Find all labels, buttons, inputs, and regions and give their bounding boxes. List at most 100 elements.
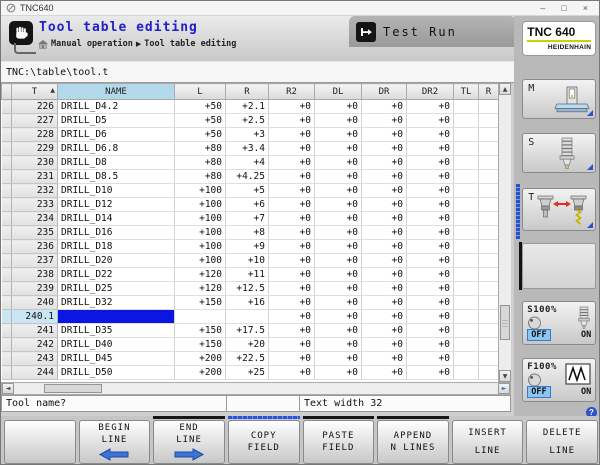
cell-r-partial[interactable] [479, 324, 499, 338]
cell-r[interactable]: +2.5 [226, 114, 269, 128]
cell-name[interactable]: DRILL_D12 [58, 198, 175, 212]
cell-dr[interactable]: +0 [362, 170, 407, 184]
cell-dr[interactable]: +0 [362, 212, 407, 226]
softkey-blank[interactable] [4, 420, 76, 464]
cell-dr[interactable]: +0 [362, 366, 407, 380]
scroll-down-icon[interactable]: ▼ [499, 370, 511, 382]
cell-name[interactable]: DRILL_D4.2 [58, 100, 175, 114]
cell-r2[interactable]: +0 [269, 170, 315, 184]
cell-tl[interactable] [454, 170, 479, 184]
cell-r-partial[interactable] [479, 212, 499, 226]
vertical-scrollbar[interactable]: ▲ ▼ [498, 83, 511, 382]
cell-dr2[interactable]: +0 [407, 184, 454, 198]
cell-t[interactable]: 242 [12, 338, 58, 352]
cell-t[interactable]: 237 [12, 254, 58, 268]
cell-dl[interactable]: +0 [315, 254, 362, 268]
feed-override-off-toggle[interactable]: OFF [527, 386, 550, 398]
cell-tl[interactable] [454, 114, 479, 128]
cell-name[interactable] [58, 310, 175, 324]
cell-r-partial[interactable] [479, 352, 499, 366]
cell-r[interactable]: +25 [226, 366, 269, 380]
cell-name[interactable]: DRILL_D22 [58, 268, 175, 282]
cell-l[interactable]: +100 [175, 254, 226, 268]
cell-r2[interactable]: +0 [269, 366, 315, 380]
cell-r2[interactable]: +0 [269, 282, 315, 296]
cell-name[interactable]: DRILL_D8.5 [58, 170, 175, 184]
cell-dl[interactable]: +0 [315, 170, 362, 184]
cell-l[interactable]: +80 [175, 170, 226, 184]
cell-dl[interactable]: +0 [315, 338, 362, 352]
column-header-r-partial[interactable]: R [479, 84, 499, 100]
cell-name[interactable]: DRILL_D14 [58, 212, 175, 226]
cell-t[interactable]: 226 [12, 100, 58, 114]
cell-r-partial[interactable] [479, 170, 499, 184]
cell-name[interactable]: DRILL_D10 [58, 184, 175, 198]
tool-table-button[interactable]: T [522, 188, 596, 231]
softkey-end-line[interactable]: ENDLINE [153, 420, 225, 464]
cell-r[interactable] [226, 310, 269, 324]
cell-dl[interactable]: +0 [315, 184, 362, 198]
cell-name[interactable]: DRILL_D5 [58, 114, 175, 128]
cell-r-partial[interactable] [479, 296, 499, 310]
cell-dr2[interactable]: +0 [407, 366, 454, 380]
feed-override-on-toggle[interactable]: ON [581, 387, 591, 397]
cell-r[interactable]: +5 [226, 184, 269, 198]
cell-r-partial[interactable] [479, 226, 499, 240]
cell-r[interactable]: +7 [226, 212, 269, 226]
cell-r[interactable]: +22.5 [226, 352, 269, 366]
cell-tl[interactable] [454, 324, 479, 338]
cell-dr2[interactable]: +0 [407, 352, 454, 366]
cell-l[interactable]: +120 [175, 282, 226, 296]
cell-r-partial[interactable] [479, 282, 499, 296]
cell-dr2[interactable]: +0 [407, 240, 454, 254]
cell-t[interactable]: 236 [12, 240, 58, 254]
cell-r[interactable]: +10 [226, 254, 269, 268]
cell-r[interactable]: +4 [226, 156, 269, 170]
softkey-insert-line[interactable]: INSERTLINE [452, 420, 524, 464]
cell-dl[interactable]: +0 [315, 142, 362, 156]
cell-name[interactable]: DRILL_D25 [58, 282, 175, 296]
vertical-scroll-thumb[interactable] [500, 305, 510, 340]
softkey-append-n-lines[interactable]: APPENDN LINES [377, 420, 449, 464]
cell-r-partial[interactable] [479, 268, 499, 282]
cell-l[interactable]: +80 [175, 156, 226, 170]
softkey-paste-field[interactable]: PASTEFIELD [303, 420, 375, 464]
cell-tl[interactable] [454, 352, 479, 366]
cell-dl[interactable]: +0 [315, 226, 362, 240]
cell-dl[interactable]: +0 [315, 352, 362, 366]
horizontal-scrollbar[interactable]: ◄ ► [1, 382, 511, 395]
cell-dr2[interactable]: +0 [407, 268, 454, 282]
cell-r2[interactable]: +0 [269, 324, 315, 338]
cell-tl[interactable] [454, 268, 479, 282]
cell-r-partial[interactable] [479, 142, 499, 156]
cell-r-partial[interactable] [479, 254, 499, 268]
cell-dr2[interactable]: +0 [407, 156, 454, 170]
cell-dr2[interactable]: +0 [407, 128, 454, 142]
cell-t[interactable]: 240.1 [12, 310, 58, 324]
cell-l[interactable]: +50 [175, 114, 226, 128]
cell-r2[interactable]: +0 [269, 212, 315, 226]
cell-r2[interactable]: +0 [269, 352, 315, 366]
cell-r[interactable]: +9 [226, 240, 269, 254]
scroll-left-icon[interactable]: ◄ [2, 383, 14, 394]
cell-r-partial[interactable] [479, 128, 499, 142]
cell-dl[interactable]: +0 [315, 128, 362, 142]
cell-r[interactable]: +6 [226, 198, 269, 212]
cell-r2[interactable]: +0 [269, 184, 315, 198]
cell-dl[interactable]: +0 [315, 114, 362, 128]
column-header-dr2[interactable]: DR2 [407, 84, 454, 100]
minimize-button[interactable]: – [540, 3, 545, 13]
cell-dr[interactable]: +0 [362, 268, 407, 282]
cell-dl[interactable]: +0 [315, 296, 362, 310]
cell-r[interactable]: +4.25 [226, 170, 269, 184]
cell-r-partial[interactable] [479, 156, 499, 170]
cell-l[interactable]: +100 [175, 198, 226, 212]
cell-tl[interactable] [454, 198, 479, 212]
cell-tl[interactable] [454, 240, 479, 254]
cell-tl[interactable] [454, 100, 479, 114]
cell-dr[interactable]: +0 [362, 310, 407, 324]
cell-r[interactable]: +11 [226, 268, 269, 282]
horizontal-scroll-thumb[interactable] [44, 384, 102, 393]
cell-r[interactable]: +3 [226, 128, 269, 142]
cell-name[interactable]: DRILL_D35 [58, 324, 175, 338]
